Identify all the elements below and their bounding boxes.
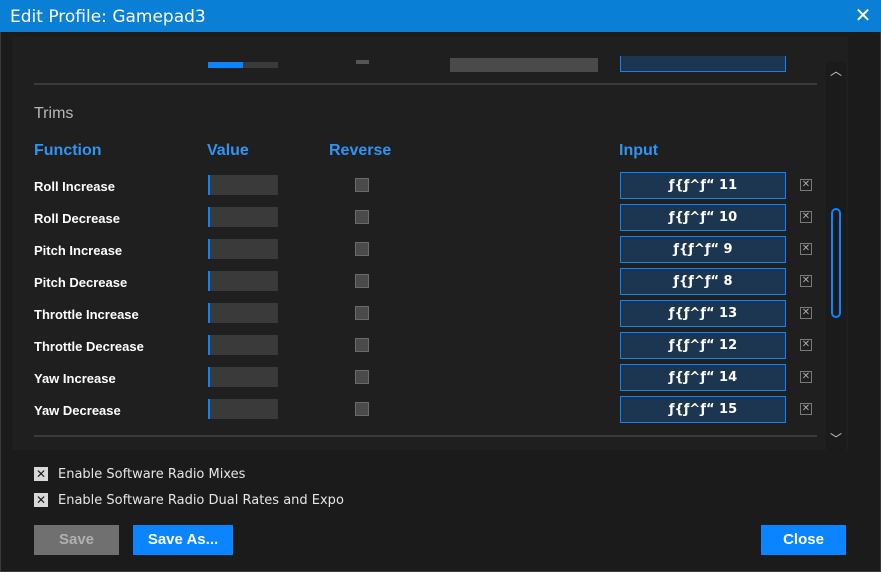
dual-rates-label: Enable Software Radio Dual Rates and Exp… [58, 493, 344, 508]
value-slider[interactable] [208, 239, 278, 259]
profile-scroll-area: Trims Function Value Reverse Input Roll … [12, 36, 848, 450]
function-label: Pitch Increase [34, 243, 123, 258]
function-label: Yaw Decrease [34, 403, 121, 418]
trim-row: Yaw Decrease ƒ{ƒ^ƒ“ 15 ✕ [12, 396, 822, 428]
column-header-reverse: Reverse [329, 142, 392, 159]
function-label: Pitch Decrease [34, 275, 128, 290]
function-label: Yaw Increase [34, 371, 116, 386]
dual-rates-checkbox[interactable]: ✕ [34, 493, 48, 507]
value-slider[interactable] [208, 207, 278, 227]
column-header-input: Input [619, 142, 659, 159]
reverse-checkbox[interactable] [355, 274, 369, 288]
value-slider[interactable] [208, 367, 278, 387]
function-label: Throttle Increase [34, 307, 139, 322]
clear-binding-icon[interactable]: ✕ [800, 275, 812, 287]
reverse-checkbox[interactable] [355, 402, 369, 416]
input-binding-button[interactable]: ƒ{ƒ^ƒ“ 9 [620, 236, 786, 263]
input-binding-button[interactable]: ƒ{ƒ^ƒ“ 8 [620, 268, 786, 295]
clear-binding-icon[interactable]: ✕ [800, 307, 812, 319]
function-label: Roll Decrease [34, 211, 120, 226]
divider [34, 83, 817, 85]
column-header-function: Function [34, 142, 102, 159]
reverse-checkbox[interactable] [356, 60, 369, 64]
trim-row: Throttle Decrease ƒ{ƒ^ƒ“ 12 ✕ [12, 332, 822, 364]
radio-mixes-label: Enable Software Radio Mixes [58, 467, 246, 482]
reverse-checkbox[interactable] [355, 306, 369, 320]
value-slider-fill [208, 62, 243, 68]
input-binding-button[interactable]: ƒ{ƒ^ƒ“ 13 [620, 300, 786, 327]
clear-binding-icon[interactable]: ✕ [800, 179, 812, 191]
partial-row [12, 36, 822, 72]
value-slider[interactable] [208, 335, 278, 355]
column-header-value: Value [207, 142, 249, 159]
window-title: Edit Profile: Gamepad3 [10, 7, 206, 27]
trim-row: Roll Decrease ƒ{ƒ^ƒ“ 10 ✕ [12, 204, 822, 236]
divider [34, 435, 817, 437]
reverse-checkbox[interactable] [355, 370, 369, 384]
trim-row: Pitch Increase ƒ{ƒ^ƒ“ 9 ✕ [12, 236, 822, 268]
chevron-up-icon[interactable]: ︿ [829, 64, 843, 78]
reverse-checkbox[interactable] [355, 210, 369, 224]
input-binding-button[interactable]: ƒ{ƒ^ƒ“ 12 [620, 332, 786, 359]
input-binding-button[interactable]: ƒ{ƒ^ƒ“ 10 [620, 204, 786, 231]
value-slider[interactable] [208, 175, 278, 195]
function-label: Throttle Decrease [34, 339, 144, 354]
trim-row: Pitch Decrease ƒ{ƒ^ƒ“ 8 ✕ [12, 268, 822, 300]
input-field[interactable] [620, 56, 786, 72]
save-as-button[interactable]: Save As... [133, 525, 233, 555]
chevron-down-icon[interactable]: ﹀ [829, 432, 843, 446]
radio-mixes-checkbox[interactable]: ✕ [34, 467, 48, 481]
section-title: Trims [34, 105, 74, 122]
input-binding-button[interactable]: ƒ{ƒ^ƒ“ 11 [620, 172, 786, 199]
clear-binding-icon[interactable]: ✕ [800, 403, 812, 415]
value-slider[interactable] [208, 62, 278, 68]
mode-dropdown[interactable] [450, 58, 598, 72]
title-bar: Edit Profile: Gamepad3 ✕ [0, 0, 881, 32]
reverse-checkbox[interactable] [355, 338, 369, 352]
value-slider[interactable] [208, 399, 278, 419]
clear-binding-icon[interactable]: ✕ [800, 243, 812, 255]
reverse-checkbox[interactable] [355, 242, 369, 256]
trim-row: Throttle Increase ƒ{ƒ^ƒ“ 13 ✕ [12, 300, 822, 332]
close-icon[interactable]: ✕ [851, 3, 875, 27]
trim-row: Roll Increase ƒ{ƒ^ƒ“ 11 ✕ [12, 172, 822, 204]
value-slider[interactable] [208, 303, 278, 323]
function-label: Roll Increase [34, 179, 115, 194]
close-button[interactable]: Close [761, 525, 846, 555]
input-binding-button[interactable]: ƒ{ƒ^ƒ“ 15 [620, 396, 786, 423]
vertical-scrollbar[interactable]: ︿ ﹀ [826, 62, 846, 450]
scrollbar-thumb[interactable] [831, 208, 841, 318]
clear-binding-icon[interactable]: ✕ [800, 371, 812, 383]
trim-row: Yaw Increase ƒ{ƒ^ƒ“ 14 ✕ [12, 364, 822, 396]
value-slider[interactable] [208, 271, 278, 291]
input-binding-button[interactable]: ƒ{ƒ^ƒ“ 14 [620, 364, 786, 391]
clear-binding-icon[interactable]: ✕ [800, 339, 812, 351]
reverse-checkbox[interactable] [355, 178, 369, 192]
save-button[interactable]: Save [34, 525, 119, 555]
clear-binding-icon[interactable]: ✕ [800, 211, 812, 223]
